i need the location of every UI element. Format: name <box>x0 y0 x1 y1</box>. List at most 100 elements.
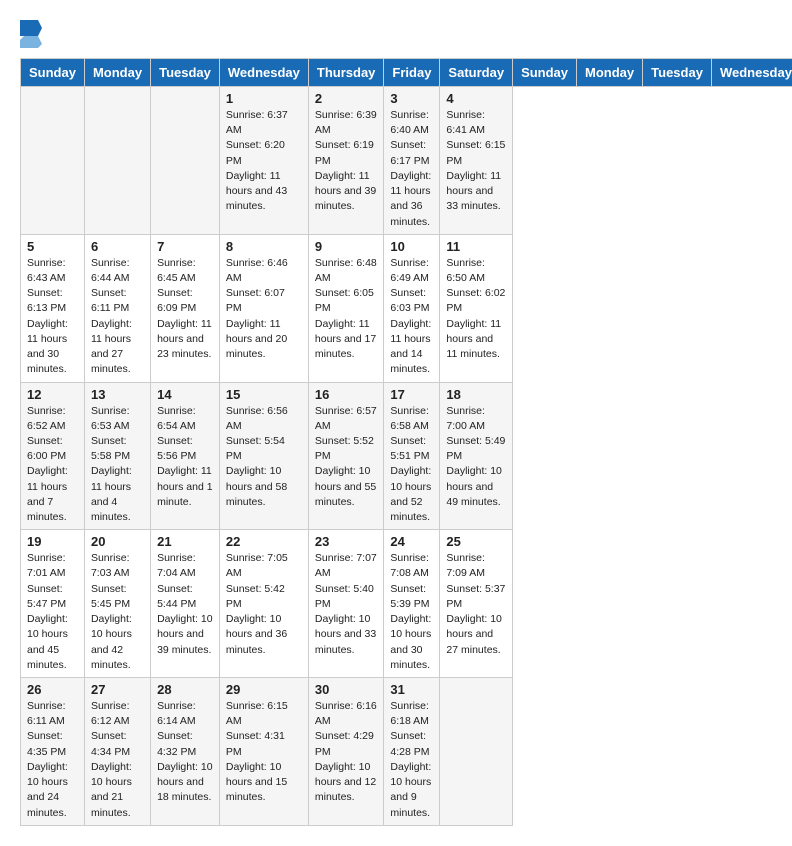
day-number: 25 <box>446 534 506 549</box>
calendar-cell: 22Sunrise: 7:05 AM Sunset: 5:42 PM Dayli… <box>219 530 308 678</box>
calendar-cell: 15 Sunrise: 6:56 AM Sunset: 5:54 PM Dayli… <box>219 382 308 530</box>
calendar-cell <box>440 678 513 826</box>
day-number: 3 <box>390 91 433 106</box>
day-number: 22 <box>226 534 302 549</box>
calendar-week-4: 19 Sunrise: 7:01 AM Sunset: 5:47 PM Dayli… <box>21 530 792 678</box>
day-number: 15 <box>226 387 302 402</box>
day-info: Sunrise: 7:09 AM Sunset: 5:37 PM Dayligh… <box>446 551 506 658</box>
calendar-cell: 10Sunrise: 6:49 AM Sunset: 6:03 PM Dayli… <box>384 234 440 382</box>
calendar-cell <box>84 87 150 235</box>
calendar-cell: 3 Sunrise: 6:40 AM Sunset: 6:17 PM Daylig… <box>384 87 440 235</box>
day-number: 31 <box>390 682 433 697</box>
calendar-cell: 11 Sunrise: 6:50 AM Sunset: 6:02 PM Dayli… <box>440 234 513 382</box>
day-number: 12 <box>27 387 78 402</box>
day-info: Sunrise: 6:46 AM Sunset: 6:07 PM Dayligh… <box>226 256 302 363</box>
calendar-cell: 24 Sunrise: 7:08 AM Sunset: 5:39 PM Dayli… <box>384 530 440 678</box>
header-day-tuesday: Tuesday <box>151 59 220 87</box>
logo-icon <box>20 20 42 48</box>
calendar-header-row: SundayMondayTuesdayWednesdayThursdayFrid… <box>21 59 792 87</box>
day-info: Sunrise: 6:57 AM Sunset: 5:52 PM Dayligh… <box>315 404 378 511</box>
day-info: Sunrise: 6:12 AM Sunset: 4:34 PM Dayligh… <box>91 699 144 821</box>
day-number: 20 <box>91 534 144 549</box>
day-info: Sunrise: 6:48 AM Sunset: 6:05 PM Dayligh… <box>315 256 378 363</box>
day-number: 21 <box>157 534 213 549</box>
page-header <box>20 20 772 48</box>
header-day-sunday: Sunday <box>21 59 85 87</box>
calendar-table: SundayMondayTuesdayWednesdayThursdayFrid… <box>20 58 792 826</box>
calendar-cell <box>151 87 220 235</box>
day-number: 11 <box>446 239 506 254</box>
day-info: Sunrise: 6:43 AM Sunset: 6:13 PM Dayligh… <box>27 256 78 378</box>
day-number: 23 <box>315 534 378 549</box>
day-number: 14 <box>157 387 213 402</box>
calendar-cell: 12 Sunrise: 6:52 AM Sunset: 6:00 PM Dayli… <box>21 382 85 530</box>
day-number: 26 <box>27 682 78 697</box>
calendar-cell: 13 Sunrise: 6:53 AM Sunset: 5:58 PM Dayli… <box>84 382 150 530</box>
calendar-week-3: 12 Sunrise: 6:52 AM Sunset: 6:00 PM Dayli… <box>21 382 792 530</box>
day-info: Sunrise: 6:44 AM Sunset: 6:11 PM Dayligh… <box>91 256 144 378</box>
calendar-cell: 7Sunrise: 6:45 AM Sunset: 6:09 PM Daylig… <box>151 234 220 382</box>
calendar-cell: 21 Sunrise: 7:04 AM Sunset: 5:44 PM Dayli… <box>151 530 220 678</box>
calendar-cell: 29Sunrise: 6:15 AM Sunset: 4:31 PM Dayli… <box>219 678 308 826</box>
day-number: 17 <box>390 387 433 402</box>
header-monday: Monday <box>577 59 643 87</box>
calendar-cell: 8Sunrise: 6:46 AM Sunset: 6:07 PM Daylig… <box>219 234 308 382</box>
day-number: 6 <box>91 239 144 254</box>
day-number: 29 <box>226 682 302 697</box>
calendar-cell: 20 Sunrise: 7:03 AM Sunset: 5:45 PM Dayli… <box>84 530 150 678</box>
calendar-cell: 26 Sunrise: 6:11 AM Sunset: 4:35 PM Dayli… <box>21 678 85 826</box>
calendar-cell: 17 Sunrise: 6:58 AM Sunset: 5:51 PM Dayli… <box>384 382 440 530</box>
calendar-cell: 9Sunrise: 6:48 AM Sunset: 6:05 PM Daylig… <box>308 234 384 382</box>
day-info: Sunrise: 6:41 AM Sunset: 6:15 PM Dayligh… <box>446 108 506 215</box>
header-day-monday: Monday <box>84 59 150 87</box>
day-info: Sunrise: 6:58 AM Sunset: 5:51 PM Dayligh… <box>390 404 433 526</box>
day-number: 24 <box>390 534 433 549</box>
day-info: Sunrise: 7:01 AM Sunset: 5:47 PM Dayligh… <box>27 551 78 673</box>
day-info: Sunrise: 6:54 AM Sunset: 5:56 PM Dayligh… <box>157 404 213 511</box>
calendar-cell: 25 Sunrise: 7:09 AM Sunset: 5:37 PM Dayli… <box>440 530 513 678</box>
day-number: 4 <box>446 91 506 106</box>
calendar-cell: 5 Sunrise: 6:43 AM Sunset: 6:13 PM Daylig… <box>21 234 85 382</box>
calendar-cell: 6 Sunrise: 6:44 AM Sunset: 6:11 PM Daylig… <box>84 234 150 382</box>
day-number: 7 <box>157 239 213 254</box>
day-info: Sunrise: 7:08 AM Sunset: 5:39 PM Dayligh… <box>390 551 433 673</box>
day-info: Sunrise: 6:53 AM Sunset: 5:58 PM Dayligh… <box>91 404 144 526</box>
calendar-cell: 23Sunrise: 7:07 AM Sunset: 5:40 PM Dayli… <box>308 530 384 678</box>
calendar-cell: 31Sunrise: 6:18 AM Sunset: 4:28 PM Dayli… <box>384 678 440 826</box>
day-info: Sunrise: 6:50 AM Sunset: 6:02 PM Dayligh… <box>446 256 506 363</box>
day-number: 30 <box>315 682 378 697</box>
day-info: Sunrise: 6:56 AM Sunset: 5:54 PM Dayligh… <box>226 404 302 511</box>
calendar-cell: 27 Sunrise: 6:12 AM Sunset: 4:34 PM Dayli… <box>84 678 150 826</box>
calendar-week-1: 1Sunrise: 6:37 AM Sunset: 6:20 PM Daylig… <box>21 87 792 235</box>
day-number: 16 <box>315 387 378 402</box>
day-info: Sunrise: 6:40 AM Sunset: 6:17 PM Dayligh… <box>390 108 433 230</box>
day-info: Sunrise: 7:04 AM Sunset: 5:44 PM Dayligh… <box>157 551 213 658</box>
calendar-cell: 30 Sunrise: 6:16 AM Sunset: 4:29 PM Dayli… <box>308 678 384 826</box>
logo <box>20 20 42 48</box>
header-day-friday: Friday <box>384 59 440 87</box>
day-info: Sunrise: 6:39 AM Sunset: 6:19 PM Dayligh… <box>315 108 378 215</box>
header-day-saturday: Saturday <box>440 59 513 87</box>
calendar-cell: 16 Sunrise: 6:57 AM Sunset: 5:52 PM Dayli… <box>308 382 384 530</box>
day-info: Sunrise: 7:00 AM Sunset: 5:49 PM Dayligh… <box>446 404 506 511</box>
header-day-thursday: Thursday <box>308 59 384 87</box>
day-number: 19 <box>27 534 78 549</box>
calendar-cell: 1Sunrise: 6:37 AM Sunset: 6:20 PM Daylig… <box>219 87 308 235</box>
day-number: 10 <box>390 239 433 254</box>
day-number: 27 <box>91 682 144 697</box>
day-info: Sunrise: 6:11 AM Sunset: 4:35 PM Dayligh… <box>27 699 78 821</box>
header-sunday: Sunday <box>513 59 577 87</box>
day-info: Sunrise: 6:52 AM Sunset: 6:00 PM Dayligh… <box>27 404 78 526</box>
day-number: 18 <box>446 387 506 402</box>
day-info: Sunrise: 6:16 AM Sunset: 4:29 PM Dayligh… <box>315 699 378 806</box>
day-number: 28 <box>157 682 213 697</box>
day-number: 5 <box>27 239 78 254</box>
calendar-week-2: 5 Sunrise: 6:43 AM Sunset: 6:13 PM Daylig… <box>21 234 792 382</box>
calendar-cell: 18 Sunrise: 7:00 AM Sunset: 5:49 PM Dayli… <box>440 382 513 530</box>
header-day-wednesday: Wednesday <box>219 59 308 87</box>
day-number: 13 <box>91 387 144 402</box>
day-number: 1 <box>226 91 302 106</box>
calendar-cell: 28Sunrise: 6:14 AM Sunset: 4:32 PM Dayli… <box>151 678 220 826</box>
calendar-cell: 2Sunrise: 6:39 AM Sunset: 6:19 PM Daylig… <box>308 87 384 235</box>
day-info: Sunrise: 7:03 AM Sunset: 5:45 PM Dayligh… <box>91 551 144 673</box>
